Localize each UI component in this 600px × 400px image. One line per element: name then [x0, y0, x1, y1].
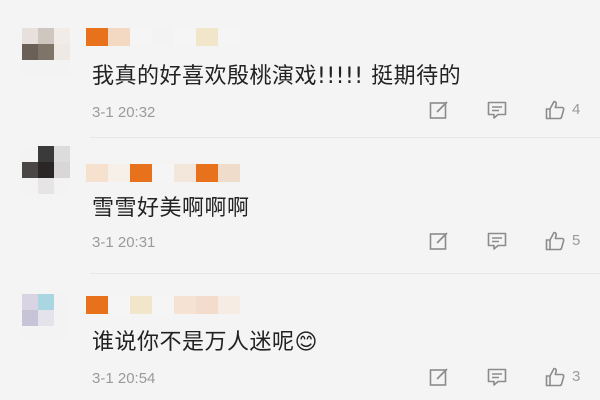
like-icon[interactable]: [544, 366, 566, 388]
edit-icon[interactable]: [428, 99, 450, 121]
like-count: 5: [572, 232, 581, 249]
reply-icon[interactable]: [486, 230, 508, 252]
comment-text: 雪雪好美啊啊啊: [92, 196, 250, 221]
comment-actions: 5: [400, 230, 600, 256]
edit-icon[interactable]: [428, 366, 450, 388]
comment-text: 我真的好喜欢殷桃演戏!!!!! 挺期待的: [92, 64, 462, 89]
username-mosaic[interactable]: [86, 164, 240, 182]
like-count: 3: [572, 368, 581, 385]
comment-timestamp: 3-1 20:54: [92, 370, 156, 387]
comment-item: 雪雪好美啊啊啊 3-1 20:31 5: [0, 138, 600, 274]
comment-timestamp: 3-1 20:32: [92, 104, 156, 121]
username-mosaic[interactable]: [86, 28, 240, 46]
reply-icon[interactable]: [486, 366, 508, 388]
comment-item: 谁说你不是万人迷呢😊 3-1 20:54 3: [0, 274, 600, 400]
reply-icon[interactable]: [486, 99, 508, 121]
comment-text: 谁说你不是万人迷呢😊: [92, 330, 318, 355]
like-icon[interactable]: [544, 99, 566, 121]
avatar[interactable]: [22, 28, 70, 76]
like-count: 4: [572, 101, 581, 118]
comment-actions: 3: [400, 366, 600, 392]
edit-icon[interactable]: [428, 230, 450, 252]
comment-timestamp: 3-1 20:31: [92, 234, 156, 251]
comment-item: 我真的好喜欢殷桃演戏!!!!! 挺期待的 3-1 20:32 4: [0, 0, 600, 138]
comment-actions: 4: [400, 99, 600, 125]
comment-list: 我真的好喜欢殷桃演戏!!!!! 挺期待的 3-1 20:32 4 雪雪好美啊啊啊: [0, 0, 600, 400]
like-icon[interactable]: [544, 230, 566, 252]
avatar[interactable]: [22, 146, 70, 194]
username-mosaic[interactable]: [86, 296, 240, 314]
avatar[interactable]: [22, 294, 70, 342]
